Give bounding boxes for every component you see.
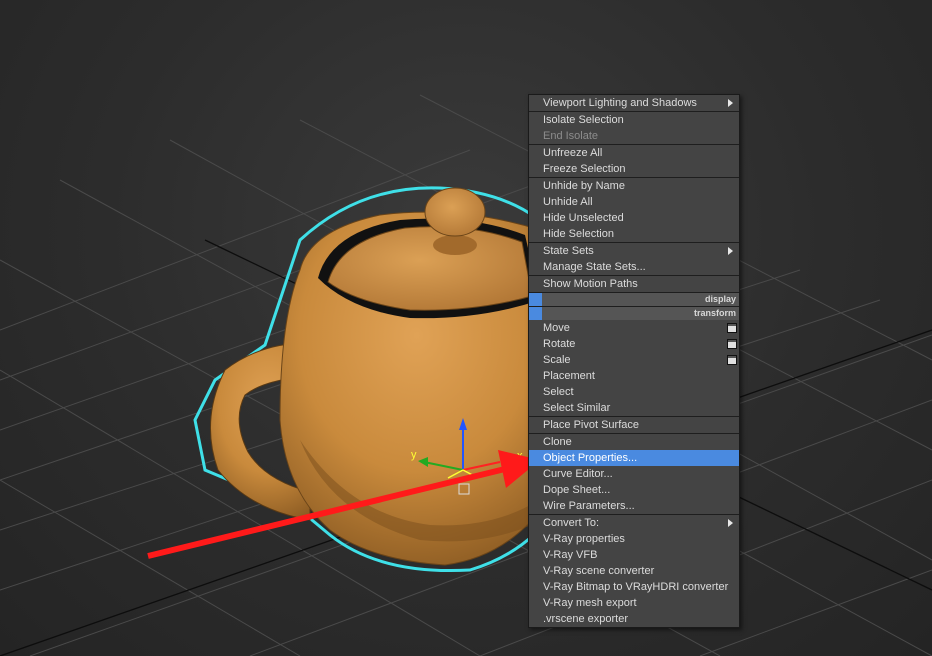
menu-item-v-ray-scene-converter[interactable]: V-Ray scene converter bbox=[529, 563, 739, 579]
menu-item-vrscene-exporter[interactable]: .vrscene exporter bbox=[529, 611, 739, 627]
menu-item-label: Select bbox=[543, 386, 574, 398]
menu-item-label: V-Ray VFB bbox=[543, 549, 598, 561]
menu-item-viewport-lighting-and-shadows[interactable]: Viewport Lighting and Shadows bbox=[529, 95, 739, 111]
section-header-display: display bbox=[529, 292, 739, 306]
menu-item-show-motion-paths[interactable]: Show Motion Paths bbox=[529, 276, 739, 292]
menu-item-label: Unhide All bbox=[543, 196, 593, 208]
menu-item-wire-parameters[interactable]: Wire Parameters... bbox=[529, 498, 739, 514]
section-header-transform-label: transform bbox=[693, 308, 736, 318]
menu-item-label: V-Ray scene converter bbox=[543, 565, 655, 577]
menu-item-label: Manage State Sets... bbox=[543, 261, 646, 273]
menu-item-label: Convert To: bbox=[543, 517, 600, 529]
submenu-arrow-icon bbox=[728, 519, 733, 527]
menu-item-unfreeze-all[interactable]: Unfreeze All bbox=[529, 145, 739, 161]
menu-item-v-ray-mesh-export[interactable]: V-Ray mesh export bbox=[529, 595, 739, 611]
menu-item-end-isolate: End Isolate bbox=[529, 128, 739, 144]
menu-item-label: Move bbox=[543, 322, 570, 334]
menu-item-label: Dope Sheet... bbox=[543, 484, 611, 496]
menu-item-label: Object Properties... bbox=[543, 452, 638, 464]
menu-item-label: Scale bbox=[543, 354, 571, 366]
menu-item-label: Place Pivot Surface bbox=[543, 419, 639, 431]
submenu-arrow-icon bbox=[728, 247, 733, 255]
menu-item-label: Wire Parameters... bbox=[543, 500, 635, 512]
menu-item-v-ray-vfb[interactable]: V-Ray VFB bbox=[529, 547, 739, 563]
menu-item-convert-to[interactable]: Convert To: bbox=[529, 515, 739, 531]
settings-box-icon[interactable] bbox=[727, 355, 737, 365]
menu-item-scale[interactable]: Scale bbox=[529, 352, 739, 368]
menu-item-label: V-Ray properties bbox=[543, 533, 625, 545]
menu-item-label: Freeze Selection bbox=[543, 163, 626, 175]
menu-item-label: .vrscene exporter bbox=[543, 613, 628, 625]
menu-item-label: Hide Selection bbox=[543, 228, 614, 240]
quad-menu: Viewport Lighting and Shadows Isolate Sel… bbox=[528, 94, 740, 628]
section-header-transform: transform bbox=[529, 306, 739, 320]
menu-item-placement[interactable]: Placement bbox=[529, 368, 739, 384]
menu-item-dope-sheet[interactable]: Dope Sheet... bbox=[529, 482, 739, 498]
menu-item-label: V-Ray Bitmap to VRayHDRI converter bbox=[543, 581, 729, 593]
menu-item-v-ray-properties[interactable]: V-Ray properties bbox=[529, 531, 739, 547]
menu-item-freeze-selection[interactable]: Freeze Selection bbox=[529, 161, 739, 177]
menu-item-label: State Sets bbox=[543, 245, 594, 257]
section-header-display-label: display bbox=[704, 294, 736, 304]
viewport[interactable]: y x bbox=[0, 0, 932, 656]
menu-item-state-sets[interactable]: State Sets bbox=[529, 243, 739, 259]
submenu-arrow-icon bbox=[728, 99, 733, 107]
settings-box-icon[interactable] bbox=[727, 339, 737, 349]
menu-item-rotate[interactable]: Rotate bbox=[529, 336, 739, 352]
menu-item-label: Clone bbox=[543, 436, 572, 448]
menu-item-label: Hide Unselected bbox=[543, 212, 624, 224]
menu-item-select[interactable]: Select bbox=[529, 384, 739, 400]
menu-item-unhide-by-name[interactable]: Unhide by Name bbox=[529, 178, 739, 194]
settings-box-icon[interactable] bbox=[727, 323, 737, 333]
menu-item-label: End Isolate bbox=[543, 130, 599, 142]
menu-item-hide-selection[interactable]: Hide Selection bbox=[529, 226, 739, 242]
menu-item-label: Isolate Selection bbox=[543, 114, 624, 126]
quadrant-indicator-icon bbox=[529, 307, 542, 320]
menu-item-label: V-Ray mesh export bbox=[543, 597, 637, 609]
menu-item-clone[interactable]: Clone bbox=[529, 434, 739, 450]
gizmo-y-label: y bbox=[411, 449, 417, 461]
menu-item-label: Rotate bbox=[543, 338, 576, 350]
menu-item-label: Show Motion Paths bbox=[543, 278, 638, 290]
menu-item-v-ray-bitmap-to-vrayhdri-converter[interactable]: V-Ray Bitmap to VRayHDRI converter bbox=[529, 579, 739, 595]
menu-item-label: Select Similar bbox=[543, 402, 611, 414]
menu-item-select-similar[interactable]: Select Similar bbox=[529, 400, 739, 416]
menu-item-object-properties[interactable]: Object Properties... bbox=[529, 450, 739, 466]
menu-item-isolate-selection[interactable]: Isolate Selection bbox=[529, 112, 739, 128]
menu-item-manage-state-sets[interactable]: Manage State Sets... bbox=[529, 259, 739, 275]
menu-item-label: Unfreeze All bbox=[543, 147, 603, 159]
menu-item-unhide-all[interactable]: Unhide All bbox=[529, 194, 739, 210]
menu-item-label: Viewport Lighting and Shadows bbox=[543, 97, 697, 109]
menu-item-hide-unselected[interactable]: Hide Unselected bbox=[529, 210, 739, 226]
menu-item-label: Placement bbox=[543, 370, 595, 382]
menu-item-place-pivot-surface[interactable]: Place Pivot Surface bbox=[529, 417, 739, 433]
menu-item-label: Curve Editor... bbox=[543, 468, 613, 480]
menu-item-curve-editor[interactable]: Curve Editor... bbox=[529, 466, 739, 482]
quadrant-indicator-icon bbox=[529, 293, 542, 306]
menu-item-move[interactable]: Move bbox=[529, 320, 739, 336]
menu-item-label: Unhide by Name bbox=[543, 180, 625, 192]
